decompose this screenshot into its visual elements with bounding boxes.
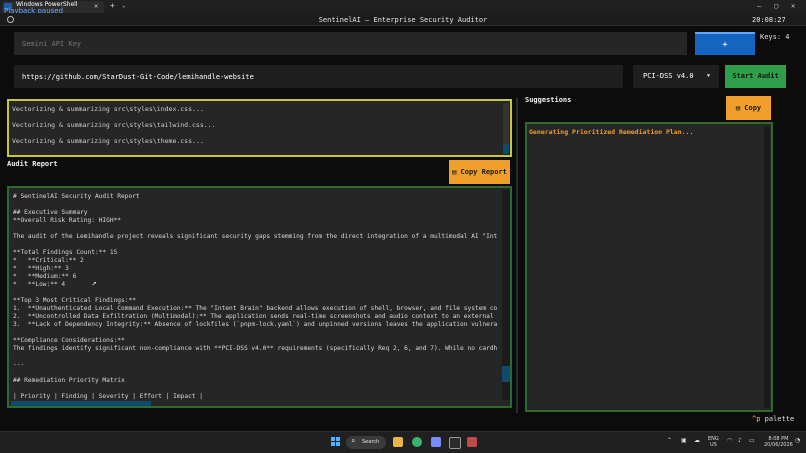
report-line: # SentinelAI Security Audit Report (13, 193, 140, 200)
suggestions-panel[interactable] (525, 122, 773, 412)
start-audit-button[interactable]: Start Audit (725, 65, 786, 88)
palette-label: palette (760, 415, 795, 423)
language-indicator[interactable]: ENG US (708, 436, 719, 448)
tray-chevron-icon[interactable]: ⌃ (667, 438, 672, 444)
taskbar-clock[interactable]: 8:08 PM 20/06/2026 (764, 436, 793, 448)
notification-icon[interactable]: ◔ (795, 438, 800, 444)
tray-cloud-icon[interactable]: ☁ (694, 438, 700, 444)
report-line: * **Critical:** 2 (13, 257, 84, 264)
app-title: SentinelAI — Enterprise Security Auditor (318, 16, 488, 24)
terminal-icon[interactable] (449, 437, 461, 449)
progress-log: Vectorizing & summarizing src\styles\ind… (7, 99, 512, 157)
add-key-button[interactable]: + (695, 32, 755, 55)
audit-report-heading: Audit Report (7, 160, 58, 168)
suggestions-scrollbar[interactable] (764, 127, 770, 408)
volume-icon[interactable]: ♪ (738, 438, 742, 444)
suggestions-heading: Suggestions (525, 96, 572, 104)
search-icon: ⌕ (351, 437, 356, 445)
report-line: * **Low:** 4 (13, 281, 66, 288)
tray-app-icon[interactable]: ▣ (681, 438, 687, 444)
battery-icon[interactable]: ▭ (749, 438, 755, 444)
chevron-down-icon[interactable]: ▼ (707, 73, 710, 79)
taskbar-date: 20/06/2026 (764, 442, 793, 448)
clipboard-icon: ▤ (452, 168, 461, 176)
report-line: **Overall Risk Rating: HIGH** (13, 217, 122, 224)
report-line: ## Remediation Priority Matrix (13, 377, 125, 384)
copy-suggestions-button[interactable]: ▤ Copy (726, 96, 771, 120)
app-icon[interactable] (467, 437, 477, 447)
log-line: Vectorizing & summarizing src\styles\ind… (12, 105, 204, 113)
report-line: 2. **Uncontrolled Data Exfiltration (Mul… (13, 313, 494, 320)
audit-report-panel[interactable]: # SentinelAI Security Audit Report ## Ex… (7, 186, 512, 408)
log-line: Vectorizing & summarizing src\styles\the… (12, 137, 204, 145)
report-line: ## Executive Summary (13, 209, 88, 216)
mouse-cursor-icon: ➚ (92, 280, 97, 288)
report-line: **Compliance Considerations:** (13, 337, 125, 344)
log-scrollbar-thumb[interactable] (503, 144, 509, 154)
new-tab-button[interactable]: + (110, 2, 115, 10)
command-palette-hint[interactable]: ^p palette (752, 415, 794, 423)
report-line: The audit of the Lemihandle project reve… (13, 233, 498, 240)
report-line: **Top 3 Most Critical Findings:** (13, 297, 136, 304)
report-scrollbar-thumb[interactable] (502, 366, 510, 382)
close-window-button[interactable]: ✕ (791, 2, 795, 10)
windows-start-icon[interactable] (331, 437, 341, 447)
copy-report-button[interactable]: ▤ Copy Report (449, 160, 510, 184)
tab-dropdown-icon[interactable]: ⌄ (122, 2, 126, 10)
report-line: --- (13, 361, 25, 368)
pane-splitter[interactable] (516, 98, 518, 413)
report-horizontal-scrollbar[interactable] (11, 401, 151, 406)
report-line: The findings identify significant non-co… (13, 345, 498, 352)
api-key-input[interactable] (14, 32, 687, 55)
report-line: | Priority | Finding | Severity | Effort… (13, 393, 203, 400)
copy-suggestions-label: Copy (744, 104, 762, 112)
status-footer (0, 413, 806, 425)
copy-report-label: Copy Report (460, 168, 507, 176)
minimize-button[interactable]: — (757, 2, 761, 10)
tab-close-icon[interactable]: ✕ (94, 2, 98, 10)
app-icon[interactable] (431, 437, 441, 447)
chrome-icon[interactable] (412, 437, 422, 447)
keys-count: Keys: 4 (760, 33, 790, 41)
report-line: * **Medium:** 6 (13, 273, 77, 280)
report-line: **Total Findings Count:** 15 (13, 249, 118, 256)
terminal-titlebar (0, 0, 806, 13)
file-explorer-icon[interactable] (393, 437, 403, 447)
suggestions-status: Generating Prioritized Remediation Plan.… (529, 128, 694, 136)
log-line: Vectorizing & summarizing src\styles\tai… (12, 121, 216, 129)
header-clock: 20:08:27 (752, 16, 786, 24)
report-line: 3. **Lack of Dependency Integrity:** Abs… (13, 321, 498, 328)
maximize-button[interactable]: ▢ (774, 2, 778, 10)
keyboard-layout: US (709, 442, 717, 448)
wifi-icon[interactable]: ◠ (727, 438, 732, 444)
repo-url-input[interactable] (14, 65, 623, 88)
report-line: * **High:** 3 (13, 265, 69, 272)
report-line: 1. **Unauthenticated Local Command Execu… (13, 305, 498, 312)
